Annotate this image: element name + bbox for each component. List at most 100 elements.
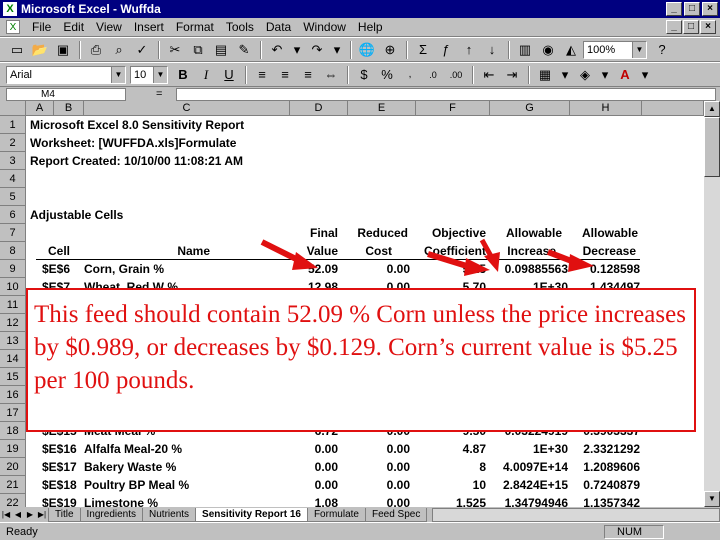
horizontal-scrollbar[interactable] — [432, 507, 720, 522]
doc-minimize-button[interactable]: _ — [666, 20, 682, 34]
borders-dropdown-icon[interactable]: ▾ — [557, 65, 573, 85]
chevron-down-icon[interactable]: ▼ — [153, 66, 167, 83]
table-cell-cost[interactable]: 0.00 — [344, 494, 410, 507]
tab-ingredients[interactable]: Ingredients — [79, 507, 144, 522]
spelling-icon[interactable]: ✓ — [131, 40, 153, 60]
table-cell-ref[interactable]: $E$17 — [42, 458, 77, 476]
name-box[interactable]: M4 — [6, 87, 126, 101]
percent-icon[interactable]: % — [376, 65, 398, 85]
table-cell-name[interactable]: Bakery Waste % — [84, 458, 176, 476]
table-cell-cost[interactable]: 0.00 — [344, 440, 410, 458]
column-header-c[interactable]: C — [84, 101, 290, 116]
next-sheet-icon[interactable]: ▶ — [24, 508, 36, 521]
scroll-up-icon[interactable]: ▲ — [704, 101, 720, 117]
row-header-5[interactable]: 5 — [0, 188, 26, 206]
chevron-down-icon[interactable]: ▼ — [632, 41, 646, 58]
header-allowable-dec[interactable]: Allowable — [566, 224, 638, 242]
table-cell-inc[interactable]: 1.34794946 — [488, 494, 568, 507]
menu-edit[interactable]: Edit — [57, 20, 90, 34]
row-header-6[interactable]: 6 — [0, 206, 26, 224]
table-cell-dec[interactable]: 2.3321292 — [566, 440, 640, 458]
function-icon[interactable]: ƒ — [435, 40, 457, 60]
table-cell-inc[interactable]: 4.0097E+14 — [488, 458, 568, 476]
align-center-icon[interactable]: ≡ — [274, 65, 296, 85]
table-cell-coef[interactable]: 5.25 — [412, 260, 486, 278]
table-cell-name[interactable]: Alfalfa Meal-20 % — [84, 440, 182, 458]
office-assistant-icon[interactable]: ? — [651, 40, 673, 60]
formula-equals[interactable]: = — [156, 88, 162, 100]
tab-feed-spec[interactable]: Feed Spec — [364, 507, 428, 522]
header-name[interactable]: Name — [90, 242, 210, 260]
header-reduced[interactable]: Reduced — [344, 224, 408, 242]
comma-icon[interactable]: , — [399, 65, 421, 85]
table-cell-ref[interactable]: $E$16 — [42, 440, 77, 458]
menu-view[interactable]: View — [90, 20, 128, 34]
column-header-e[interactable]: E — [348, 101, 416, 116]
doc-close-button[interactable]: × — [700, 20, 716, 34]
drawing-icon[interactable]: ◭ — [560, 40, 582, 60]
table-cell-dec[interactable]: 1.1357342 — [566, 494, 640, 507]
align-left-icon[interactable]: ≡ — [251, 65, 273, 85]
row-header-4[interactable]: 4 — [0, 170, 26, 188]
header-value[interactable]: Value — [290, 242, 338, 260]
last-sheet-icon[interactable]: ▶| — [36, 508, 48, 521]
table-cell-ref[interactable]: $E$18 — [42, 476, 77, 494]
row-header-15[interactable]: 15 — [0, 368, 26, 386]
prev-sheet-icon[interactable]: ◀ — [12, 508, 24, 521]
table-cell-name[interactable]: Poultry BP Meal % — [84, 476, 189, 494]
currency-icon[interactable]: $ — [353, 65, 375, 85]
menu-help[interactable]: Help — [352, 20, 389, 34]
header-final[interactable]: Final — [290, 224, 338, 242]
open-icon[interactable]: 📂 — [29, 40, 51, 60]
row-header-18[interactable]: 18 — [0, 422, 26, 440]
select-all-corner[interactable] — [0, 101, 26, 116]
chart-wizard-icon[interactable]: ▥ — [514, 40, 536, 60]
table-cell-value[interactable]: 52.09 — [290, 260, 338, 278]
table-cell-coef[interactable]: 10 — [412, 476, 486, 494]
align-right-icon[interactable]: ≡ — [297, 65, 319, 85]
fill-color-icon[interactable]: ◈ — [574, 65, 596, 85]
tab-nutrients[interactable]: Nutrients — [142, 507, 197, 522]
tab-title[interactable]: Title — [48, 507, 81, 522]
table-cell-ref[interactable]: $E$19 — [42, 494, 77, 507]
doc-restore-button[interactable]: □ — [683, 20, 699, 34]
header-cell[interactable]: Cell — [48, 242, 70, 260]
row-header-16[interactable]: 16 — [0, 386, 26, 404]
menu-file[interactable]: File — [26, 20, 57, 34]
cut-icon[interactable]: ✂ — [164, 40, 186, 60]
minimize-button[interactable]: _ — [666, 2, 682, 16]
sort-ascending-icon[interactable]: ↑ — [458, 40, 480, 60]
excel-icon[interactable]: X — [3, 2, 17, 16]
table-cell-coef[interactable]: 8 — [412, 458, 486, 476]
table-cell-value[interactable]: 0.00 — [290, 458, 338, 476]
underline-icon[interactable]: U — [218, 65, 240, 85]
table-cell-value[interactable]: 0.00 — [290, 476, 338, 494]
font-select[interactable]: Arial ▼ — [6, 65, 126, 84]
table-cell-name[interactable]: Corn, Grain % — [84, 260, 164, 278]
table-cell-cost[interactable]: 0.00 — [344, 458, 410, 476]
maximize-button[interactable]: □ — [684, 2, 700, 16]
column-header-h[interactable]: H — [570, 101, 642, 116]
merge-center-icon[interactable]: ⇔ — [320, 65, 342, 85]
undo-dropdown-icon[interactable]: ▾ — [289, 40, 305, 60]
increase-decimal-icon[interactable]: .0 — [422, 65, 444, 85]
column-header-g[interactable]: G — [490, 101, 570, 116]
row-header-2[interactable]: 2 — [0, 134, 26, 152]
decrease-decimal-icon[interactable]: .00 — [445, 65, 467, 85]
new-icon[interactable]: ▭ — [6, 40, 28, 60]
row-header-19[interactable]: 19 — [0, 440, 26, 458]
table-cell-inc[interactable]: 2.8424E+15 — [488, 476, 568, 494]
row-header-13[interactable]: 13 — [0, 332, 26, 350]
row-header-20[interactable]: 20 — [0, 458, 26, 476]
row-header-17[interactable]: 17 — [0, 404, 26, 422]
tab-sensitivity-report[interactable]: Sensitivity Report 16 — [195, 507, 308, 522]
row-header-12[interactable]: 12 — [0, 314, 26, 332]
table-cell-inc[interactable]: 1E+30 — [488, 440, 568, 458]
font-color-dropdown-icon[interactable]: ▾ — [637, 65, 653, 85]
undo-icon[interactable]: ↶ — [266, 40, 288, 60]
column-header-f[interactable]: F — [416, 101, 490, 116]
column-header-blank[interactable] — [642, 101, 704, 116]
zoom-select[interactable]: 100% ▼ — [583, 40, 647, 59]
workbook-icon[interactable]: X — [6, 20, 20, 34]
row-header-11[interactable]: 11 — [0, 296, 26, 314]
